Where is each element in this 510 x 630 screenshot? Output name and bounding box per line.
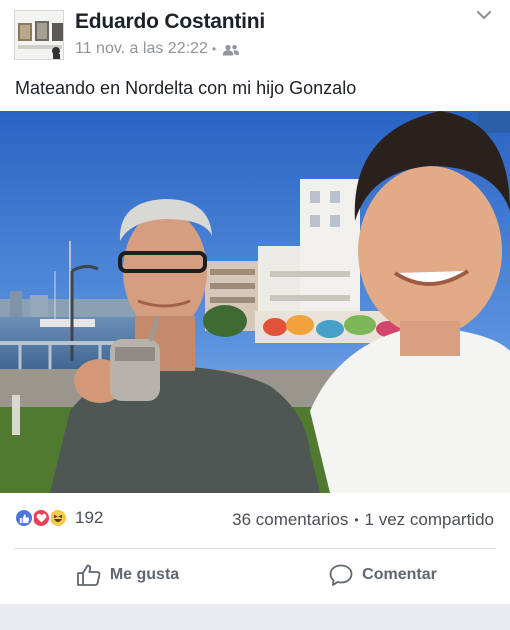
comments-count-link[interactable]: 36 comentarios [232, 510, 348, 530]
photo-image [0, 111, 510, 493]
meta-separator: • [211, 42, 217, 56]
avatar-image [15, 11, 63, 59]
post-header: Eduardo Costantini 11 nov. a las 22:22 • [0, 0, 510, 68]
like-button-label: Me gusta [109, 566, 180, 583]
chevron-down-icon[interactable] [474, 8, 494, 22]
post-photo[interactable] [0, 111, 510, 493]
feed-separator [0, 604, 510, 630]
divider [14, 548, 496, 549]
comment-button-label: Comentar [362, 566, 437, 583]
comment-icon [329, 564, 353, 586]
avatar[interactable] [14, 10, 64, 60]
love-reaction-icon [31, 508, 51, 528]
haha-reaction-icon [48, 508, 68, 528]
like-button[interactable]: Me gusta [0, 552, 255, 598]
comment-button[interactable]: Comentar [255, 552, 510, 598]
reactions-summary[interactable]: 192 [14, 508, 103, 528]
post-caption: Mateando en Nordelta con mi hijo Gonzalo [15, 78, 357, 98]
shares-count-link[interactable]: 1 vez compartido [365, 510, 494, 530]
post-actions: Me gusta Comentar [0, 552, 510, 598]
thumbs-up-icon [76, 564, 101, 586]
post-meta: 11 nov. a las 22:22 • [75, 40, 240, 58]
reaction-count: 192 [75, 508, 104, 527]
author-name[interactable]: Eduardo Costantini [75, 10, 265, 34]
like-reaction-icon [14, 508, 34, 528]
friends-icon[interactable] [222, 43, 240, 56]
post-stats: 192 36 comentarios • 1 vez compartido [0, 500, 510, 540]
stats-separator: • [354, 513, 359, 527]
engagement-counts: 36 comentarios • 1 vez compartido [232, 510, 494, 530]
post-timestamp[interactable]: 11 nov. a las 22:22 [75, 40, 208, 58]
